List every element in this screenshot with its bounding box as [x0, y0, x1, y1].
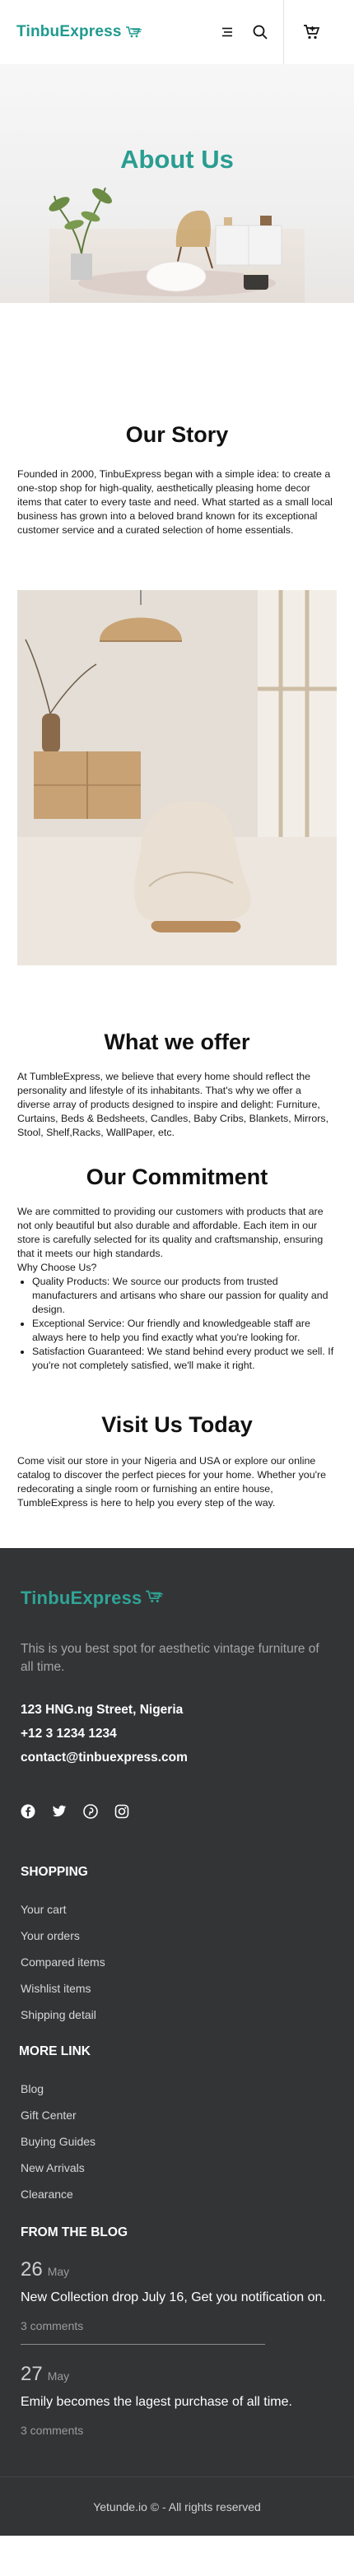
instagram-icon[interactable]: [114, 1804, 129, 1819]
story-text: Founded in 2000, TinbuExpress began with…: [17, 468, 333, 536]
pinterest-icon[interactable]: [83, 1804, 98, 1819]
blog-comments[interactable]: 3 comments: [21, 2424, 333, 2437]
about-page: TinbuExpress About Us Our Story Founded …: [0, 0, 354, 2536]
list-item: Exceptional Service: Our friendly and kn…: [32, 1317, 337, 1345]
visit-text: Come visit our store in your Nigeria and…: [17, 1455, 326, 1509]
footer-link-new-arrivals[interactable]: New Arrivals: [21, 2155, 333, 2181]
blog-heading: FROM THE BLOG: [21, 2225, 128, 2239]
blog-date: 27 May: [21, 2363, 333, 2386]
twitter-icon[interactable]: [52, 1804, 67, 1819]
visit-section: Visit Us Today Come visit our store in y…: [0, 1373, 354, 1510]
logo-text: TinbuExpress: [16, 23, 122, 40]
hero-title: About Us: [120, 145, 234, 174]
blog-title[interactable]: Emily becomes the lagest purchase of all…: [21, 2392, 333, 2412]
footer-link-compared[interactable]: Compared items: [21, 1949, 333, 1975]
blog-post[interactable]: 27 May Emily becomes the lagest purchase…: [21, 2363, 333, 2437]
footer-link-buying-guides[interactable]: Buying Guides: [21, 2128, 333, 2155]
blog-date: 26 May: [21, 2258, 333, 2281]
commitment-list: Quality Products: We source our products…: [17, 1275, 337, 1373]
cart-logo-icon: [145, 1589, 165, 1608]
list-item: Quality Products: We source our products…: [32, 1275, 337, 1317]
story-title: Our Story: [125, 422, 229, 447]
offer-text: At TumbleExpress, we believe that every …: [17, 1071, 329, 1138]
blog-month: May: [47, 2369, 70, 2383]
footer-email[interactable]: contact@tinbuexpress.com: [21, 1746, 333, 1769]
shopping-heading: SHOPPING: [21, 1865, 88, 1879]
site-footer: TinbuExpress This is you best spot for a…: [0, 1548, 354, 2536]
header-actions: [211, 0, 338, 64]
facebook-icon[interactable]: [21, 1804, 35, 1819]
visit-title: Visit Us Today: [101, 1412, 253, 1437]
footer-link-wishlist[interactable]: Wishlist items: [21, 1975, 333, 2002]
footer-link-orders[interactable]: Your orders: [21, 1923, 333, 1949]
footer-link-cart[interactable]: Your cart: [21, 1896, 333, 1923]
blog-month: May: [47, 2265, 70, 2278]
why-choose-label: Why Choose Us?: [17, 1262, 97, 1273]
blog-divider: [21, 2344, 265, 2345]
more-link-heading: MORE LINK: [19, 2044, 91, 2058]
blog-post[interactable]: 26 May New Collection drop July 16, Get …: [21, 2258, 333, 2345]
more-links: Blog Gift Center Buying Guides New Arriv…: [21, 2076, 333, 2207]
search-icon[interactable]: [244, 0, 277, 64]
footer-link-shipping[interactable]: Shipping detail: [21, 2002, 333, 2028]
offer-section: What we offer At TumbleExpress, we belie…: [0, 965, 354, 1140]
interior-photo: [17, 590, 337, 965]
commitment-title: Our Commitment: [86, 1165, 268, 1189]
blog-comments[interactable]: 3 comments: [21, 2319, 333, 2332]
footer-tagline: This is you best spot for aesthetic vint…: [21, 1642, 319, 1674]
footer-logo-text: TinbuExpress: [21, 1588, 142, 1608]
commitment-text: We are committed to providing our custom…: [17, 1206, 324, 1259]
story-section: Our Story Founded in 2000, TinbuExpress …: [0, 303, 354, 537]
blog-day: 26: [21, 2258, 43, 2281]
footer-link-gift-center[interactable]: Gift Center: [21, 2102, 333, 2128]
footer-contact: 123 HNG.ng Street, Nigeria +12 3 1234 12…: [21, 1698, 333, 1769]
hero-illustration: [49, 187, 282, 296]
footer-logo[interactable]: TinbuExpress: [21, 1588, 333, 1609]
shopping-links: Your cart Your orders Compared items Wis…: [21, 1896, 333, 2028]
cart-icon[interactable]: [283, 0, 338, 64]
site-header: TinbuExpress: [0, 0, 354, 64]
menu-icon[interactable]: [211, 0, 244, 64]
footer-link-blog[interactable]: Blog: [21, 2076, 333, 2102]
social-links: [21, 1804, 333, 1819]
blog-day: 27: [21, 2363, 43, 2385]
footer-address: 123 HNG.ng Street, Nigeria: [21, 1703, 184, 1717]
footer-phone[interactable]: +12 3 1234 1234: [21, 1722, 333, 1746]
offer-title: What we offer: [104, 1030, 250, 1054]
site-logo[interactable]: TinbuExpress: [16, 23, 143, 41]
list-item: Satisfaction Guaranteed: We stand behind…: [32, 1345, 337, 1373]
footer-link-clearance[interactable]: Clearance: [21, 2181, 333, 2207]
cart-logo-icon: [125, 26, 143, 39]
copyright: Yetunde.io © - All rights reserved: [0, 2476, 354, 2536]
commitment-section: Our Commitment We are committed to provi…: [0, 1140, 354, 1373]
hero-banner: About Us: [0, 64, 354, 303]
blog-title[interactable]: New Collection drop July 16, Get you not…: [21, 2288, 333, 2308]
